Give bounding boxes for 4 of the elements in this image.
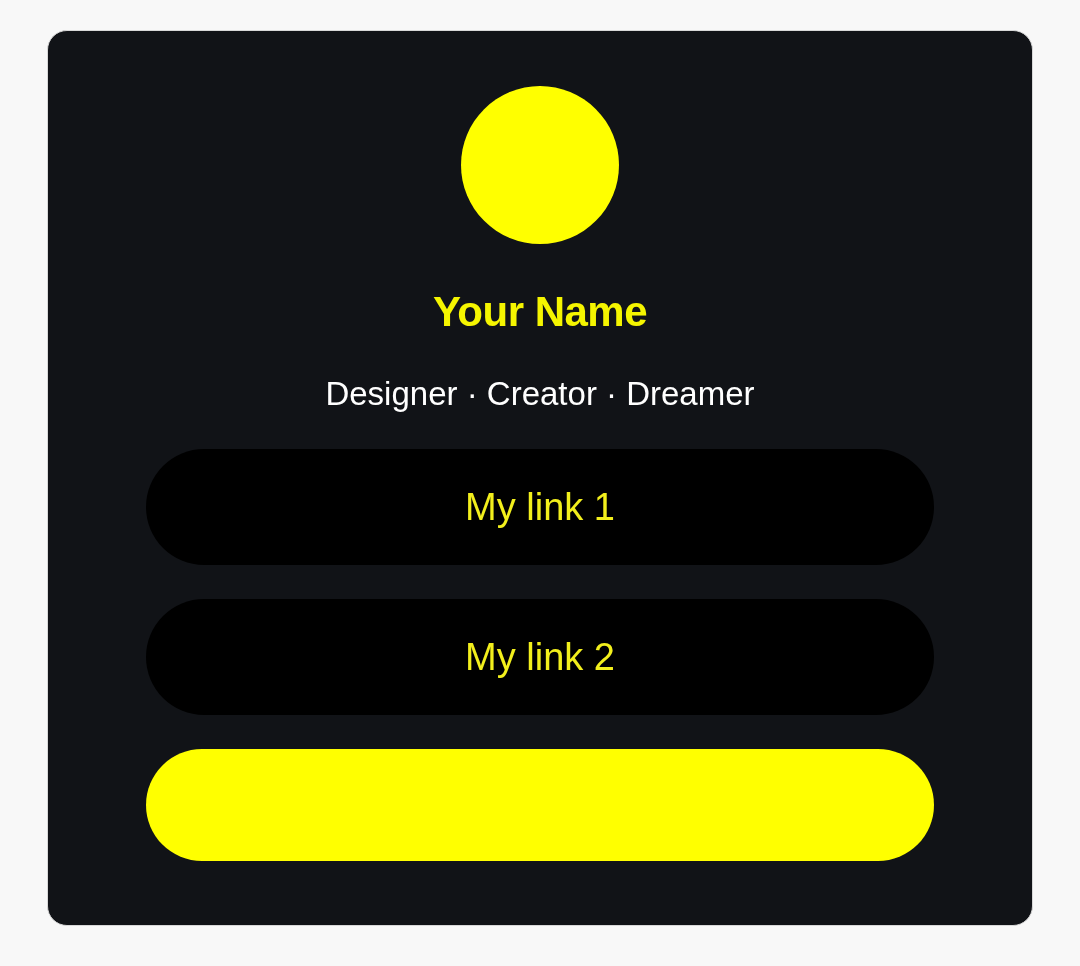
link-button[interactable]: My link 2 — [146, 599, 934, 715]
link-button[interactable]: My link 1 — [146, 449, 934, 565]
profile-name: Your Name — [432, 287, 648, 337]
profile-tagline: Designer · Creator · Dreamer — [325, 374, 755, 414]
